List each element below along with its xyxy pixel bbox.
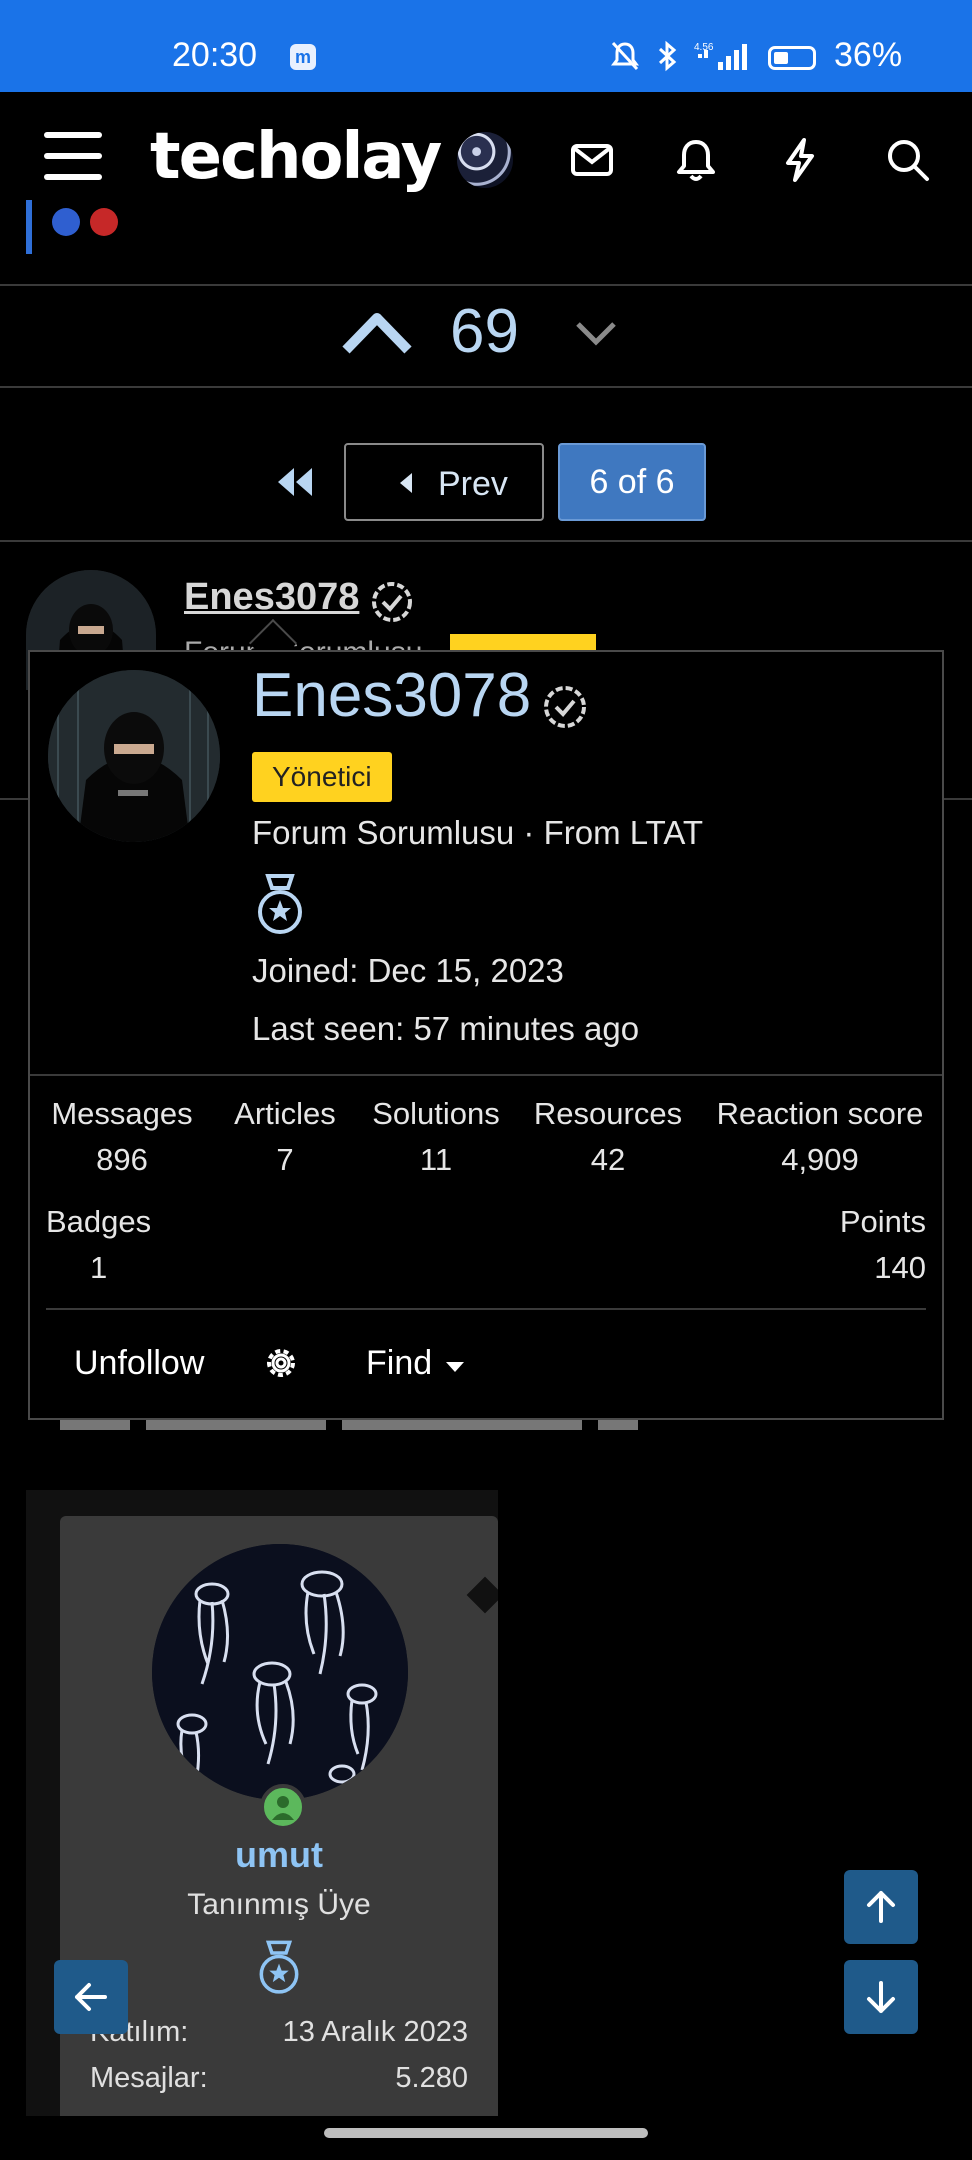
upvote-icon[interactable]	[340, 308, 414, 356]
reaction-icon	[90, 208, 118, 236]
embedded-avatar	[152, 1544, 408, 1800]
status-time: 20:30	[172, 36, 258, 74]
stat-solutions[interactable]: Solutions 11	[362, 1096, 510, 1178]
stat-articles[interactable]: Articles 7	[220, 1096, 350, 1178]
verified-icon	[372, 582, 412, 622]
arrow-up-icon	[867, 1891, 895, 1923]
member-tooltip: Enes3078 Yönetici Forum Sorumlusu · From…	[28, 650, 944, 1420]
downvote-icon[interactable]	[574, 318, 618, 348]
net-speed: 4.56	[694, 42, 714, 53]
mail-icon[interactable]	[568, 136, 616, 184]
row-label: Mesajlar:	[90, 2062, 208, 2094]
stat-points[interactable]: Points 140	[810, 1204, 926, 1286]
stat-label: Resources	[533, 1096, 683, 1131]
battery-percent: 36%	[834, 36, 903, 74]
online-status-icon	[260, 1784, 306, 1830]
stat-value: 42	[590, 1142, 626, 1177]
divider	[46, 1308, 926, 1310]
stat-label: Messages	[51, 1096, 193, 1131]
role-badge: Yönetici	[252, 752, 392, 802]
notification-app-icon: m	[290, 44, 316, 70]
stat-label: Reaction score	[716, 1096, 924, 1131]
prev-button[interactable]: Prev	[344, 443, 544, 521]
scroll-top-button[interactable]	[844, 1870, 918, 1944]
member-last-seen: Last seen: 57 minutes ago	[252, 1010, 640, 1047]
member-title: Forum Sorumlusu · From LTAT	[252, 814, 704, 851]
embedded-joined-row: Katılım: 13 Aralık 2023	[90, 2016, 468, 2049]
divider	[0, 540, 972, 542]
stat-resources[interactable]: Resources 42	[524, 1096, 692, 1178]
prev-label: Prev	[438, 465, 508, 503]
site-logo[interactable]: techolay	[150, 120, 442, 194]
scroll-bottom-button[interactable]	[844, 1960, 918, 2034]
bolt-icon[interactable]	[776, 136, 824, 184]
stat-label: Articles	[234, 1096, 336, 1131]
stat-value: 896	[96, 1142, 148, 1177]
first-page-icon[interactable]	[274, 464, 314, 500]
caret-down-icon[interactable]	[444, 1360, 466, 1374]
bell-icon[interactable]	[672, 136, 720, 184]
find-button[interactable]: Find	[366, 1344, 432, 1383]
caret-left-icon	[400, 473, 412, 493]
reaction-icon	[52, 208, 80, 236]
member-joined: Joined: Dec 15, 2023	[252, 952, 564, 989]
battery-icon	[768, 46, 816, 70]
back-button[interactable]	[54, 1960, 128, 2034]
stat-label: Points	[839, 1204, 926, 1239]
stat-value: 11	[419, 1142, 453, 1177]
search-icon[interactable]	[884, 136, 932, 184]
unfollow-button[interactable]: Unfollow	[74, 1344, 204, 1383]
verified-icon	[544, 686, 586, 728]
site-header: techolay	[0, 92, 972, 222]
embedded-rank: Tanınmış Üye	[187, 1888, 371, 1921]
signal-icon: 4.56	[694, 42, 747, 70]
embedded-username: umut	[235, 1834, 323, 1875]
quote-bar	[26, 200, 32, 254]
stat-messages[interactable]: Messages 896	[46, 1096, 198, 1178]
vote-count: 69	[450, 297, 519, 366]
stat-label: Solutions	[372, 1096, 500, 1131]
status-icons: 4.56	[610, 40, 752, 72]
stat-value: 4,909	[781, 1142, 859, 1177]
post-text-peek	[60, 1420, 720, 1430]
home-indicator[interactable]	[324, 2128, 648, 2138]
row-value: 13 Aralık 2023	[282, 2016, 468, 2048]
row-value: 5.280	[395, 2062, 468, 2094]
medal-icon[interactable]	[254, 874, 306, 936]
gear-icon[interactable]	[262, 1344, 300, 1382]
divider	[0, 284, 972, 286]
stat-value: 140	[874, 1250, 926, 1285]
user-avatar[interactable]	[457, 132, 513, 188]
member-avatar[interactable]	[48, 670, 220, 842]
stat-value: 7	[276, 1142, 294, 1177]
post-author-name[interactable]: Enes3078	[184, 576, 359, 619]
embedded-messages-row: Mesajlar: 5.280	[90, 2062, 468, 2095]
menu-icon[interactable]	[44, 132, 102, 180]
divider	[30, 1074, 942, 1076]
mute-icon	[611, 41, 639, 71]
bluetooth-icon	[658, 40, 677, 72]
stat-value: 1	[90, 1250, 108, 1285]
member-name[interactable]: Enes3078	[252, 660, 531, 731]
medal-icon	[259, 1940, 299, 1994]
arrow-left-icon	[75, 1983, 107, 2011]
divider	[0, 386, 972, 388]
arrow-down-icon	[867, 1981, 895, 2013]
current-page-button[interactable]: 6 of 6	[558, 443, 706, 521]
stat-label: Badges	[46, 1204, 152, 1239]
status-bar: 20:30 m 4.56 36%	[0, 0, 972, 92]
stat-reaction-score[interactable]: Reaction score 4,909	[708, 1096, 932, 1178]
stat-badges[interactable]: Badges 1	[46, 1204, 156, 1286]
